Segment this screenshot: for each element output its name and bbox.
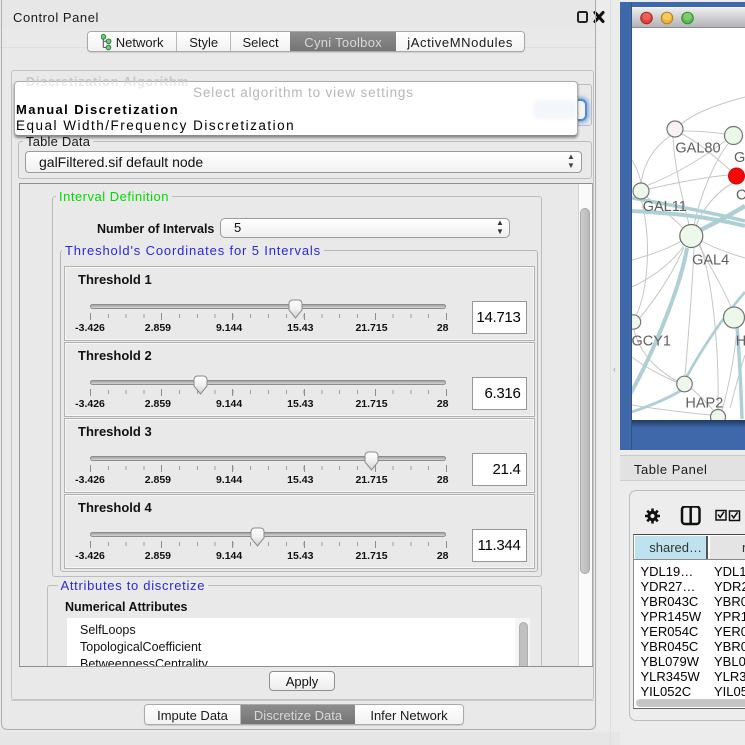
svg-text:GAL80: GAL80 — [675, 141, 720, 157]
svg-text:GAL11: GAL11 — [643, 199, 687, 215]
svg-text:GAL4: GAL4 — [692, 253, 729, 269]
svg-text:C: C — [736, 188, 745, 204]
svg-text:GCY1: GCY1 — [632, 334, 671, 350]
svg-text:H: H — [736, 334, 745, 350]
svg-text:G.: G. — [734, 150, 745, 166]
svg-text:HAP2: HAP2 — [685, 396, 723, 412]
